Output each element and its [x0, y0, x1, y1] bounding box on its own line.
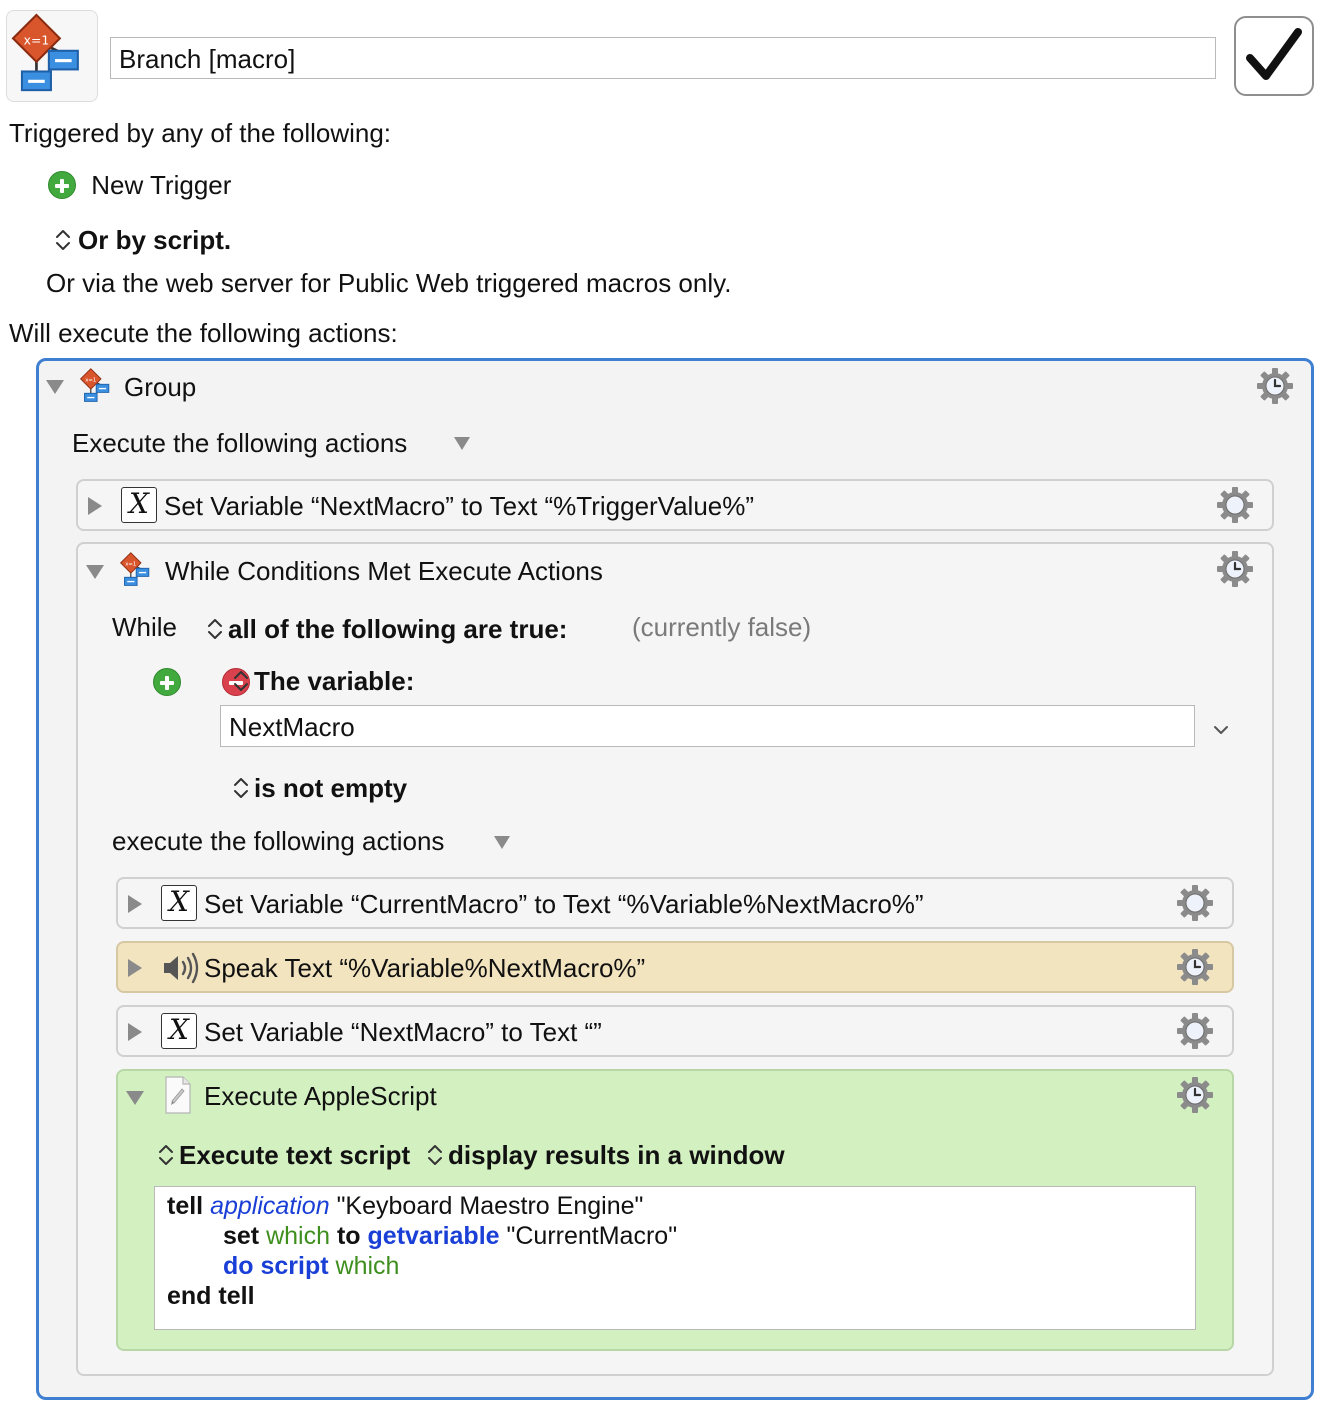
script-line-4: end tell — [167, 1281, 1183, 1311]
variable-x-icon: X — [161, 1013, 197, 1049]
add-icon[interactable] — [153, 668, 181, 697]
up-down-arrows-icon — [56, 230, 70, 251]
set-variable-title: Set Variable “CurrentMacro” to Text “%Va… — [204, 889, 924, 919]
applescript-disclosure-triangle-icon[interactable] — [126, 1091, 144, 1105]
macro-name-field[interactable]: Branch [macro] — [110, 37, 1216, 79]
group-execute-label: Execute the following actions — [72, 428, 408, 458]
code-token: which — [335, 1252, 400, 1280]
group-title: Group — [124, 372, 197, 402]
condition-mode-popup[interactable]: all of the following are true: — [206, 611, 567, 645]
web-server-note: Or via the web server for Public Web tri… — [46, 268, 732, 298]
script-output-label: display results in a window — [448, 1140, 785, 1171]
checkmark-icon — [1246, 28, 1302, 80]
script-line-2: set which to getvariable "CurrentMacro" — [167, 1221, 1183, 1251]
triggers-heading: Triggered by any of the following: — [9, 118, 392, 148]
while-execute-options-triangle-icon[interactable] — [494, 836, 510, 849]
up-down-arrows-icon — [428, 1145, 442, 1166]
script-mode-label: Execute text script — [179, 1140, 411, 1171]
script-line-3: do script which — [167, 1251, 1183, 1281]
gear-clock-icon[interactable] — [1215, 549, 1255, 589]
code-token: "CurrentMacro" — [506, 1222, 678, 1250]
condition-status: (currently false) — [632, 612, 812, 642]
disclosure-triangle-icon[interactable] — [128, 1023, 142, 1041]
code-token: application — [210, 1192, 330, 1220]
while-title: While Conditions Met Execute Actions — [165, 556, 603, 586]
actions-heading: Will execute the following actions: — [9, 318, 398, 348]
script-output-popup[interactable]: display results in a window — [426, 1137, 785, 1171]
code-token: tell — [167, 1192, 204, 1220]
set-variable-title: Set Variable “NextMacro” to Text “%Trigg… — [164, 491, 755, 521]
macro-enabled-checkbox[interactable] — [1234, 16, 1314, 96]
script-line-1: tell application "Keyboard Maestro Engin… — [167, 1191, 1183, 1221]
variable-x-icon: X — [121, 487, 157, 523]
chevron-down-icon[interactable] — [1212, 723, 1230, 737]
disclosure-triangle-icon[interactable] — [128, 895, 142, 913]
macro-group-icon — [80, 368, 110, 402]
new-trigger-label: New Trigger — [91, 170, 232, 201]
or-by-script-label: Or by script. — [78, 225, 232, 256]
condition-mode-label: all of the following are true: — [228, 614, 568, 645]
operator-label: is not empty — [254, 773, 408, 804]
group-execute-options-triangle-icon[interactable] — [454, 437, 470, 450]
applescript-icon — [165, 1076, 191, 1114]
up-down-arrows-icon — [234, 778, 248, 799]
new-trigger-button[interactable]: New Trigger — [48, 167, 231, 201]
gear-clock-icon[interactable] — [1175, 1075, 1215, 1115]
macro-group-icon — [11, 13, 80, 92]
gear-icon[interactable] — [1175, 1011, 1215, 1051]
up-down-arrows-icon — [208, 619, 222, 640]
set-variable-title: Set Variable “NextMacro” to Text “” — [204, 1017, 602, 1047]
while-disclosure-triangle-icon[interactable] — [86, 565, 104, 579]
code-token: set — [223, 1222, 260, 1250]
operator-popup[interactable]: is not empty — [232, 770, 407, 804]
while-label: While — [112, 612, 178, 642]
condition-type-popup[interactable]: The variable: — [232, 663, 414, 697]
applescript-editor[interactable]: tell application "Keyboard Maestro Engin… — [154, 1186, 1196, 1330]
group-disclosure-triangle-icon[interactable] — [46, 380, 64, 394]
gear-icon[interactable] — [1175, 883, 1215, 923]
speak-text-title: Speak Text “%Variable%NextMacro%” — [204, 953, 646, 983]
macro-icon-well[interactable] — [6, 10, 98, 102]
code-token: do script — [223, 1252, 329, 1280]
condition-type-label: The variable: — [254, 666, 415, 697]
code-token: to — [336, 1222, 361, 1250]
while-execute-label: execute the following actions — [112, 826, 445, 856]
code-token: getvariable — [367, 1222, 500, 1250]
code-token: which — [266, 1222, 331, 1250]
disclosure-triangle-icon[interactable] — [88, 497, 102, 515]
speaker-icon — [164, 952, 199, 984]
up-down-arrows-icon — [159, 1145, 173, 1166]
macro-group-icon — [120, 552, 150, 586]
up-down-arrows-icon — [234, 671, 248, 692]
gear-icon[interactable] — [1215, 485, 1255, 525]
applescript-title: Execute AppleScript — [204, 1081, 437, 1111]
gear-clock-icon[interactable] — [1175, 947, 1215, 987]
or-by-script-popup[interactable]: Or by script. — [54, 222, 231, 256]
disclosure-triangle-icon[interactable] — [128, 959, 142, 977]
gear-clock-icon[interactable] — [1255, 366, 1295, 406]
code-token: end tell — [167, 1282, 255, 1310]
code-token: "Keyboard Maestro Engine" — [336, 1192, 644, 1220]
variable-x-icon: X — [161, 885, 197, 921]
variable-name-field[interactable]: NextMacro — [220, 705, 1195, 747]
script-mode-popup[interactable]: Execute text script — [157, 1137, 410, 1171]
add-icon — [48, 171, 76, 200]
